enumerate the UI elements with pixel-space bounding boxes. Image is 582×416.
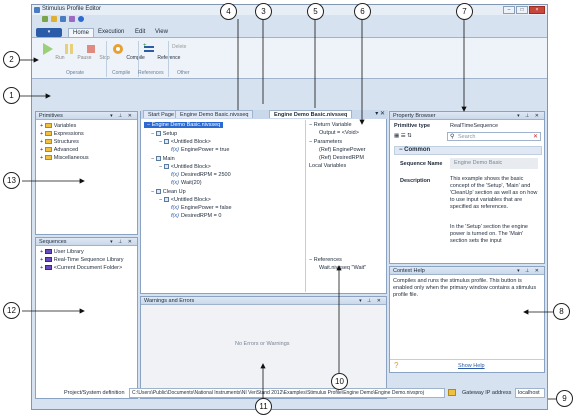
callout-7: 7 bbox=[456, 3, 473, 20]
callout-11: 11 bbox=[255, 398, 272, 415]
callout-5: 5 bbox=[307, 3, 324, 20]
callout-leader-lines bbox=[19, 19, 556, 400]
callout-8: 8 bbox=[553, 303, 570, 320]
callout-3: 3 bbox=[255, 3, 272, 20]
callout-4: 4 bbox=[220, 3, 237, 20]
callout-1: 1 bbox=[3, 87, 20, 104]
callout-13: 13 bbox=[3, 172, 20, 189]
callout-12: 12 bbox=[3, 302, 20, 319]
callout-6: 6 bbox=[354, 3, 371, 20]
callout-10: 10 bbox=[331, 373, 348, 390]
callout-2: 2 bbox=[3, 51, 20, 68]
callout-9: 9 bbox=[556, 390, 573, 407]
